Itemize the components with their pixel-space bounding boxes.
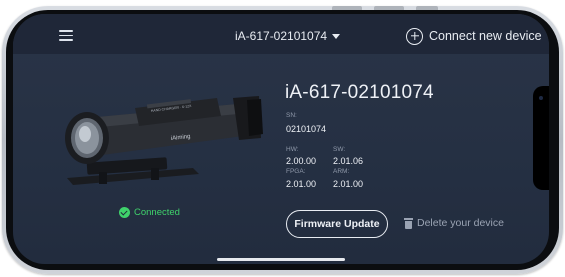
sn-label: SN: xyxy=(286,112,297,119)
connect-new-device-label: Connect new device xyxy=(429,29,542,43)
dropdown-caret-icon xyxy=(332,34,341,39)
fpga-label: FPGA: xyxy=(286,168,306,175)
sw-value: 2.01.06 xyxy=(333,156,364,166)
hw-label: HW: xyxy=(286,146,299,153)
hamburger-menu-icon[interactable] xyxy=(59,30,73,41)
delete-device-label: Delete your device xyxy=(417,217,504,229)
connection-status: Connected xyxy=(119,207,180,218)
app-screen: iA-617-02101074 Connect new device iAimi… xyxy=(13,14,549,264)
hw-value: 2.00.00 xyxy=(286,156,317,166)
device-selector[interactable]: iA-617-02101074 xyxy=(235,28,341,44)
plus-circle-icon xyxy=(406,27,423,45)
arm-value: 2.01.00 xyxy=(333,179,364,189)
delete-device-button[interactable]: Delete your device xyxy=(404,217,504,229)
device-title: iA-617-02101074 xyxy=(285,82,434,103)
connect-new-device-button[interactable]: Connect new device xyxy=(406,26,542,46)
firmware-update-button[interactable]: Firmware Update xyxy=(286,210,388,238)
camera-notch xyxy=(533,86,549,190)
check-circle-icon xyxy=(119,207,130,218)
sn-value: 02101074 xyxy=(286,124,327,134)
sw-label: SW: xyxy=(333,146,346,153)
connected-label: Connected xyxy=(134,207,180,218)
trash-icon xyxy=(404,217,413,229)
home-indicator[interactable] xyxy=(217,258,345,261)
device-selector-label: iA-617-02101074 xyxy=(235,29,328,43)
camera-lens xyxy=(539,96,543,100)
fpga-value: 2.01.00 xyxy=(286,179,317,189)
arm-label: ARM: xyxy=(333,168,350,175)
device-image: iAiming HAND CHARGER · 6-12X xyxy=(65,96,263,185)
